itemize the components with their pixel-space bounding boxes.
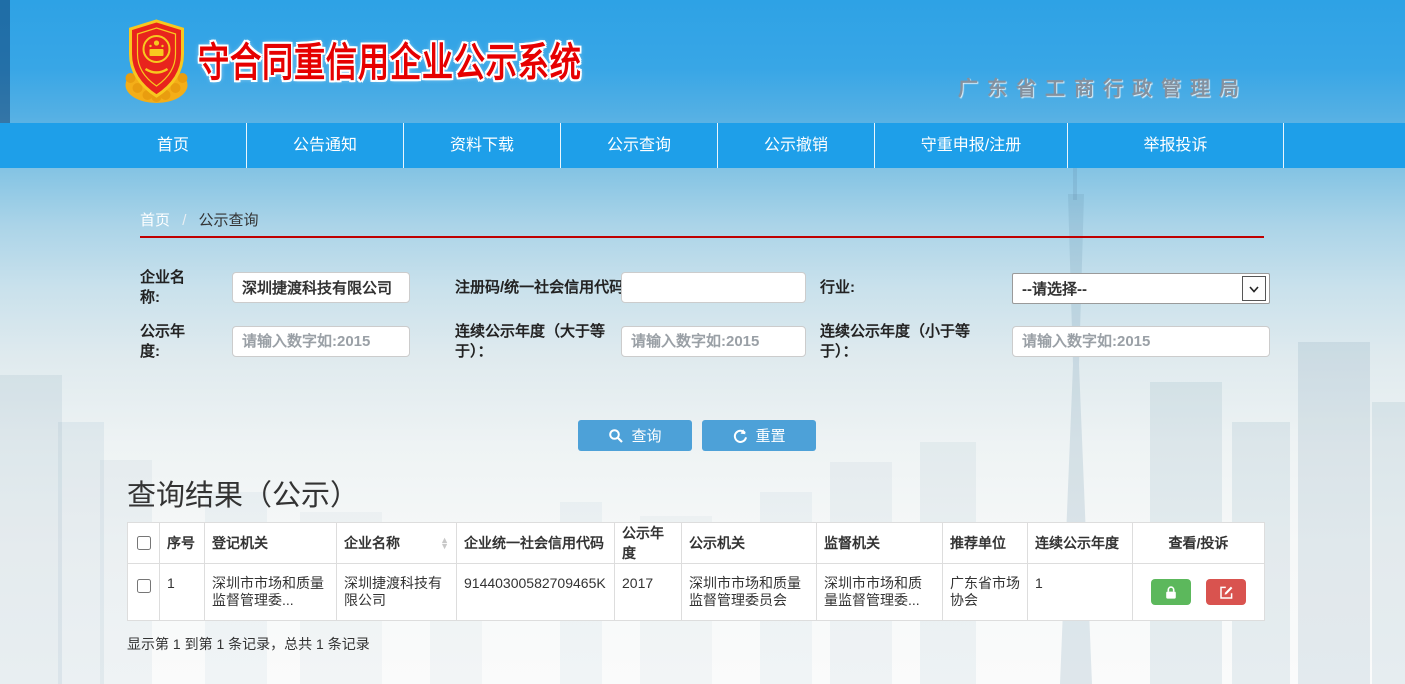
consecutive-years-le-input[interactable] — [1012, 326, 1270, 357]
reset-button-label: 重置 — [755, 425, 785, 446]
company-name-label: 企业名称: — [140, 264, 192, 312]
col-publicity-year: 公示年度 — [615, 523, 682, 564]
cell-publicity-year: 2017 — [615, 564, 682, 621]
regcode-label: 注册码/统一社会信用代码: — [455, 264, 629, 312]
agency-name: 广东省工商行政管理局 — [958, 72, 1248, 101]
consecutive-years-le-label: 连续公示年度（小于等于）： — [820, 318, 982, 366]
site-title: 守合同重信用企业公示系统 — [198, 30, 582, 88]
cell-credit-code: 91440300582709465K — [457, 564, 615, 621]
industry-select-value: --请选择-- — [1013, 278, 1087, 299]
nav-spacer — [0, 123, 100, 168]
industry-label: 行业: — [820, 264, 855, 312]
industry-select[interactable]: --请选择-- — [1012, 273, 1270, 304]
nav-item-home[interactable]: 首页 — [100, 123, 247, 168]
col-publicity-authority: 公示机关 — [682, 523, 817, 564]
results-title: 查询结果（公示） — [127, 472, 359, 514]
company-name-input[interactable] — [232, 272, 410, 303]
col-registration-authority: 登记机关 — [205, 523, 337, 564]
complaint-button[interactable] — [1206, 579, 1246, 605]
col-supervisory-authority: 监督机关 — [817, 523, 943, 564]
col-credit-code: 企业统一社会信用代码 — [457, 523, 615, 564]
nav-item-apply-register[interactable]: 守重申报/注册 — [875, 123, 1068, 168]
emblem-icon — [123, 16, 190, 106]
reset-button[interactable]: 重置 — [702, 420, 816, 451]
edit-icon — [1219, 585, 1234, 600]
records-summary: 显示第 1 到第 1 条记录，总共 1 条记录 — [127, 634, 370, 654]
table-header-row: 序号 登记机关 企业名称 ▲▼ 企业统一社会信用代码 公示年度 公示机关 监督机… — [128, 523, 1265, 564]
col-recommend-unit: 推荐单位 — [943, 523, 1028, 564]
cell-recommend-unit: 广东省市场协会 — [943, 564, 1028, 621]
col-consecutive-years: 连续公示年度 — [1028, 523, 1133, 564]
nav-item-publicity-query[interactable]: 公示查询 — [561, 123, 718, 168]
consecutive-years-ge-label: 连续公示年度（大于等于）： — [455, 318, 617, 366]
publicity-year-label: 公示年度: — [140, 318, 192, 366]
regcode-input[interactable] — [621, 272, 806, 303]
col-company-name-label: 企业名称 — [344, 533, 400, 553]
lock-icon — [1163, 585, 1179, 600]
refresh-icon — [732, 428, 748, 444]
cell-seq: 1 — [160, 564, 205, 621]
breadcrumb-separator: / — [182, 212, 186, 229]
view-button[interactable] — [1151, 579, 1191, 605]
cell-registration-authority: 深圳市市场和质量监督管理委... — [205, 564, 337, 621]
section-divider — [140, 236, 1264, 238]
nav-item-downloads[interactable]: 资料下载 — [404, 123, 561, 168]
publicity-year-input[interactable] — [232, 326, 410, 357]
cell-company-name: 深圳捷渡科技有限公司 — [337, 564, 457, 621]
cell-consecutive-years: 1 — [1028, 564, 1133, 621]
cell-actions — [1133, 564, 1265, 621]
search-button[interactable]: 查询 — [578, 420, 692, 451]
breadcrumb: 首页 / 公示查询 — [140, 209, 259, 230]
main-nav: 首页 公告通知 资料下载 公示查询 公示撤销 守重申报/注册 举报投诉 — [0, 123, 1405, 168]
col-company-name: 企业名称 ▲▼ — [337, 523, 457, 564]
col-seq: 序号 — [160, 523, 205, 564]
site-header: 守合同重信用企业公示系统 广东省工商行政管理局 — [0, 0, 1405, 123]
page: 守合同重信用企业公示系统 广东省工商行政管理局 首页 公告通知 资料下载 公示查… — [0, 0, 1405, 684]
search-icon — [608, 428, 624, 444]
nav-item-report-complaint[interactable]: 举报投诉 — [1068, 123, 1284, 168]
nav-item-announcements[interactable]: 公告通知 — [247, 123, 404, 168]
cell-publicity-authority: 深圳市市场和质量监督管理委员会 — [682, 564, 817, 621]
select-all-checkbox[interactable] — [137, 536, 151, 550]
chevron-down-icon[interactable] — [1242, 276, 1266, 301]
nav-item-publicity-revoke[interactable]: 公示撤销 — [718, 123, 875, 168]
cell-supervisory-authority: 深圳市市场和质量监督管理委... — [817, 564, 943, 621]
sort-icon[interactable]: ▲▼ — [440, 537, 449, 549]
breadcrumb-home[interactable]: 首页 — [140, 212, 170, 229]
col-actions: 查看/投诉 — [1133, 523, 1265, 564]
search-button-label: 查询 — [631, 425, 661, 446]
breadcrumb-current: 公示查询 — [199, 212, 259, 229]
results-table: 序号 登记机关 企业名称 ▲▼ 企业统一社会信用代码 公示年度 公示机关 监督机… — [127, 522, 1265, 621]
row-checkbox[interactable] — [137, 579, 151, 593]
consecutive-years-ge-input[interactable] — [621, 326, 806, 357]
table-row: 1 深圳市市场和质量监督管理委... 深圳捷渡科技有限公司 9144030058… — [128, 564, 1265, 621]
